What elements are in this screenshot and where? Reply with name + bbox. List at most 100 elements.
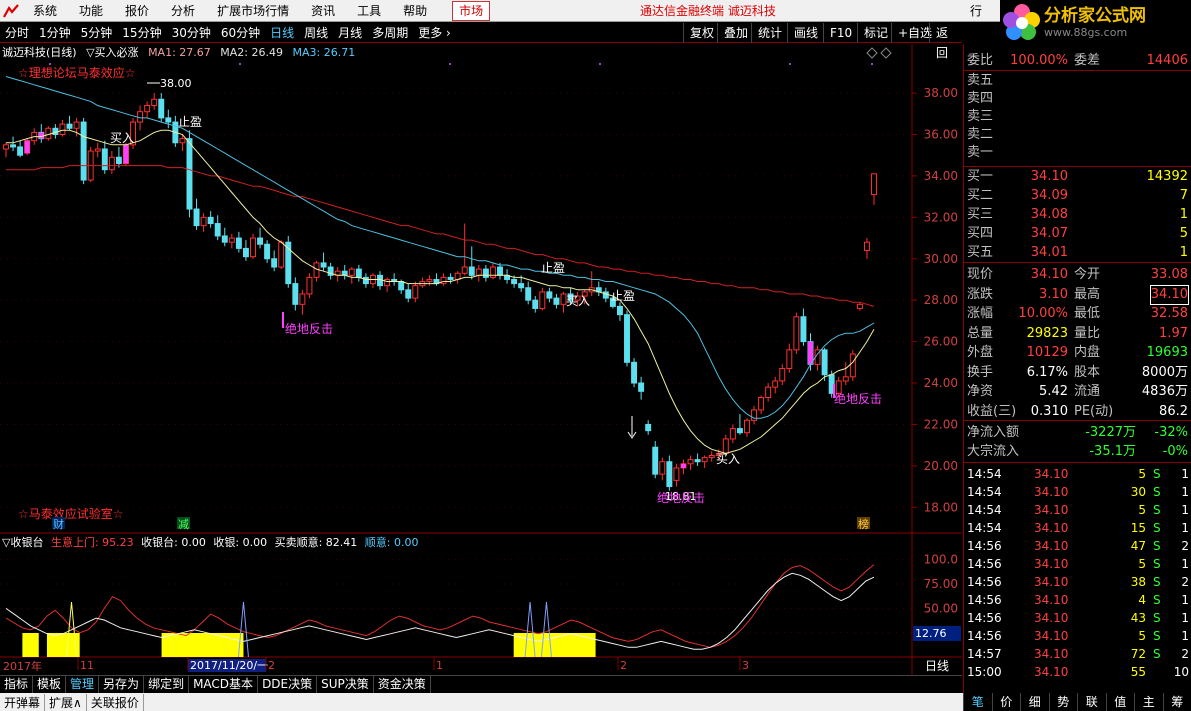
period-label[interactable]: 日线	[925, 659, 949, 673]
stat-label: 涨跌	[967, 286, 994, 302]
stat-row: 换手 6.17% 股本 8000万	[964, 364, 1191, 382]
ranking-badge[interactable]: 榜	[858, 517, 869, 531]
y-tick-label: 36.00	[924, 127, 958, 141]
stat-value: 0.310	[1030, 403, 1068, 419]
y-tick-label: 34.00	[924, 169, 958, 183]
reduce-badge[interactable]: 减	[178, 518, 189, 531]
side-tab-main[interactable]: 主	[1134, 693, 1163, 711]
barrage-toggle[interactable]: 开弹幕	[0, 693, 46, 711]
sell2-row[interactable]: 卖二	[964, 126, 1191, 144]
buy-row[interactable]: 买二 34.09 7	[964, 187, 1191, 205]
stat-label: 净资	[967, 384, 994, 399]
tick-volume: 5	[1138, 467, 1146, 481]
buy-row[interactable]: 买三 34.08 1	[964, 206, 1191, 224]
indicator-name[interactable]: ▽收银台	[2, 536, 43, 549]
tab-dde[interactable]: DDE决策	[258, 676, 318, 693]
stat-label: 现价	[967, 267, 994, 282]
candle-body	[94, 148, 101, 152]
candle-body	[355, 268, 362, 278]
tab-fund[interactable]: 资金决策	[374, 676, 431, 693]
sell1-row[interactable]: 卖一	[964, 144, 1191, 162]
sell3-row[interactable]: 卖三	[964, 108, 1191, 126]
tab-bind[interactable]: 绑定到	[144, 676, 190, 693]
tick-price: 34.10	[1034, 539, 1069, 553]
side-tab-linked[interactable]: 联	[1077, 693, 1106, 711]
finance-badge[interactable]: 财	[53, 517, 64, 531]
candle-body	[736, 428, 743, 434]
tick-side: S	[1153, 611, 1161, 625]
candle-body	[708, 455, 715, 459]
indicator-a: 生意上门: 95.23	[50, 536, 134, 549]
tab-manage[interactable]: 管理	[66, 676, 100, 693]
candle-body	[786, 349, 793, 370]
sell4-label: 卖四	[967, 91, 994, 106]
candle-body	[666, 461, 673, 488]
stat-row: 外盘 10129 内盘 19693	[964, 344, 1191, 362]
buy-volume: 7	[1179, 188, 1188, 203]
side-tab-price[interactable]: 价	[991, 693, 1021, 711]
ma3-line	[6, 165, 875, 307]
legend-formula[interactable]: ▽买入必涨	[86, 46, 138, 59]
candle-body	[518, 283, 525, 289]
rebound-signal-label: 绝地反击	[657, 490, 705, 505]
tick-count: 1	[1181, 629, 1189, 643]
candle-body	[235, 237, 242, 249]
buy-row[interactable]: 买一 34.10 14392	[964, 168, 1191, 186]
candle-body	[779, 368, 786, 382]
candle-body	[475, 268, 482, 276]
side-tab-value[interactable]: 值	[1105, 693, 1135, 711]
candle-body	[631, 361, 638, 384]
tick-row: 14:56 34.10 43 S 1	[964, 609, 1191, 627]
tab-save-as[interactable]: 另存为	[99, 676, 145, 693]
take-profit-label: 止盈	[541, 261, 565, 275]
stat-label: 换手	[967, 364, 994, 380]
candle-body	[624, 314, 630, 363]
signal-dot	[49, 63, 51, 65]
related-quote-toggle[interactable]: 关联报价	[87, 693, 144, 711]
tab-template[interactable]: 模板	[33, 676, 67, 693]
candle-body	[412, 285, 419, 299]
tab-macd[interactable]: MACD基本	[189, 676, 259, 693]
y-tick-label: 26.00	[924, 335, 958, 349]
side-tab-ticks[interactable]: 笔	[963, 693, 992, 711]
buy-row[interactable]: 买四 34.07 5	[964, 225, 1191, 243]
yellow-block	[161, 633, 244, 657]
buy-row[interactable]: 买五 34.01 1	[964, 244, 1191, 262]
trade-button[interactable]: 行	[970, 2, 982, 19]
weibi-label: 委比	[967, 53, 994, 68]
tick-volume: 4	[1138, 593, 1146, 607]
candle-body	[871, 173, 877, 196]
tick-row: 14:54 34.10 30 S 1	[964, 483, 1191, 501]
tick-side: S	[1153, 521, 1161, 535]
candle-body	[553, 297, 560, 305]
diamond-icon[interactable]	[880, 47, 892, 59]
buy-signal-label: 买入	[110, 131, 134, 145]
buy-signal-label: 买入	[566, 294, 590, 308]
sell5-row[interactable]: 卖五	[964, 72, 1191, 90]
tick-row: 14:56 34.10 5 S 1	[964, 555, 1191, 573]
candle-body	[3, 144, 9, 150]
signal-candle	[123, 144, 129, 164]
tab-indicator[interactable]: 指标	[0, 676, 34, 693]
diamond-icon[interactable]	[866, 47, 878, 59]
candle-body	[313, 262, 320, 278]
brand-text: 分析家公式网	[1044, 5, 1146, 26]
sell4-row[interactable]: 卖四	[964, 90, 1191, 108]
tick-price: 34.10	[1034, 521, 1069, 535]
side-tab-chips[interactable]: 筹	[1162, 693, 1191, 711]
candle-body	[165, 117, 172, 123]
stat-label: PE(动)	[1074, 403, 1114, 419]
kline-chart[interactable]: 38.00 36.00 34.00 32.00 30.00 28.00 26.00 24.00…	[0, 0, 962, 675]
candle-body	[863, 241, 870, 251]
stat-label: 今开	[1074, 267, 1101, 282]
side-tab-trend[interactable]: 势	[1048, 693, 1078, 711]
max-price-label: 38.00	[160, 77, 192, 90]
extend-toggle[interactable]: 扩展∧	[45, 693, 87, 711]
side-tab-detail[interactable]: 细	[1020, 693, 1049, 711]
tab-sup[interactable]: SUP决策	[317, 676, 374, 693]
candle-body	[59, 123, 66, 135]
tick-row: 14:56 34.10 5 S 1	[964, 627, 1191, 645]
tick-time: 14:56	[967, 629, 1002, 643]
signal-candle	[24, 140, 30, 154]
tick-time: 14:54	[967, 467, 1002, 481]
